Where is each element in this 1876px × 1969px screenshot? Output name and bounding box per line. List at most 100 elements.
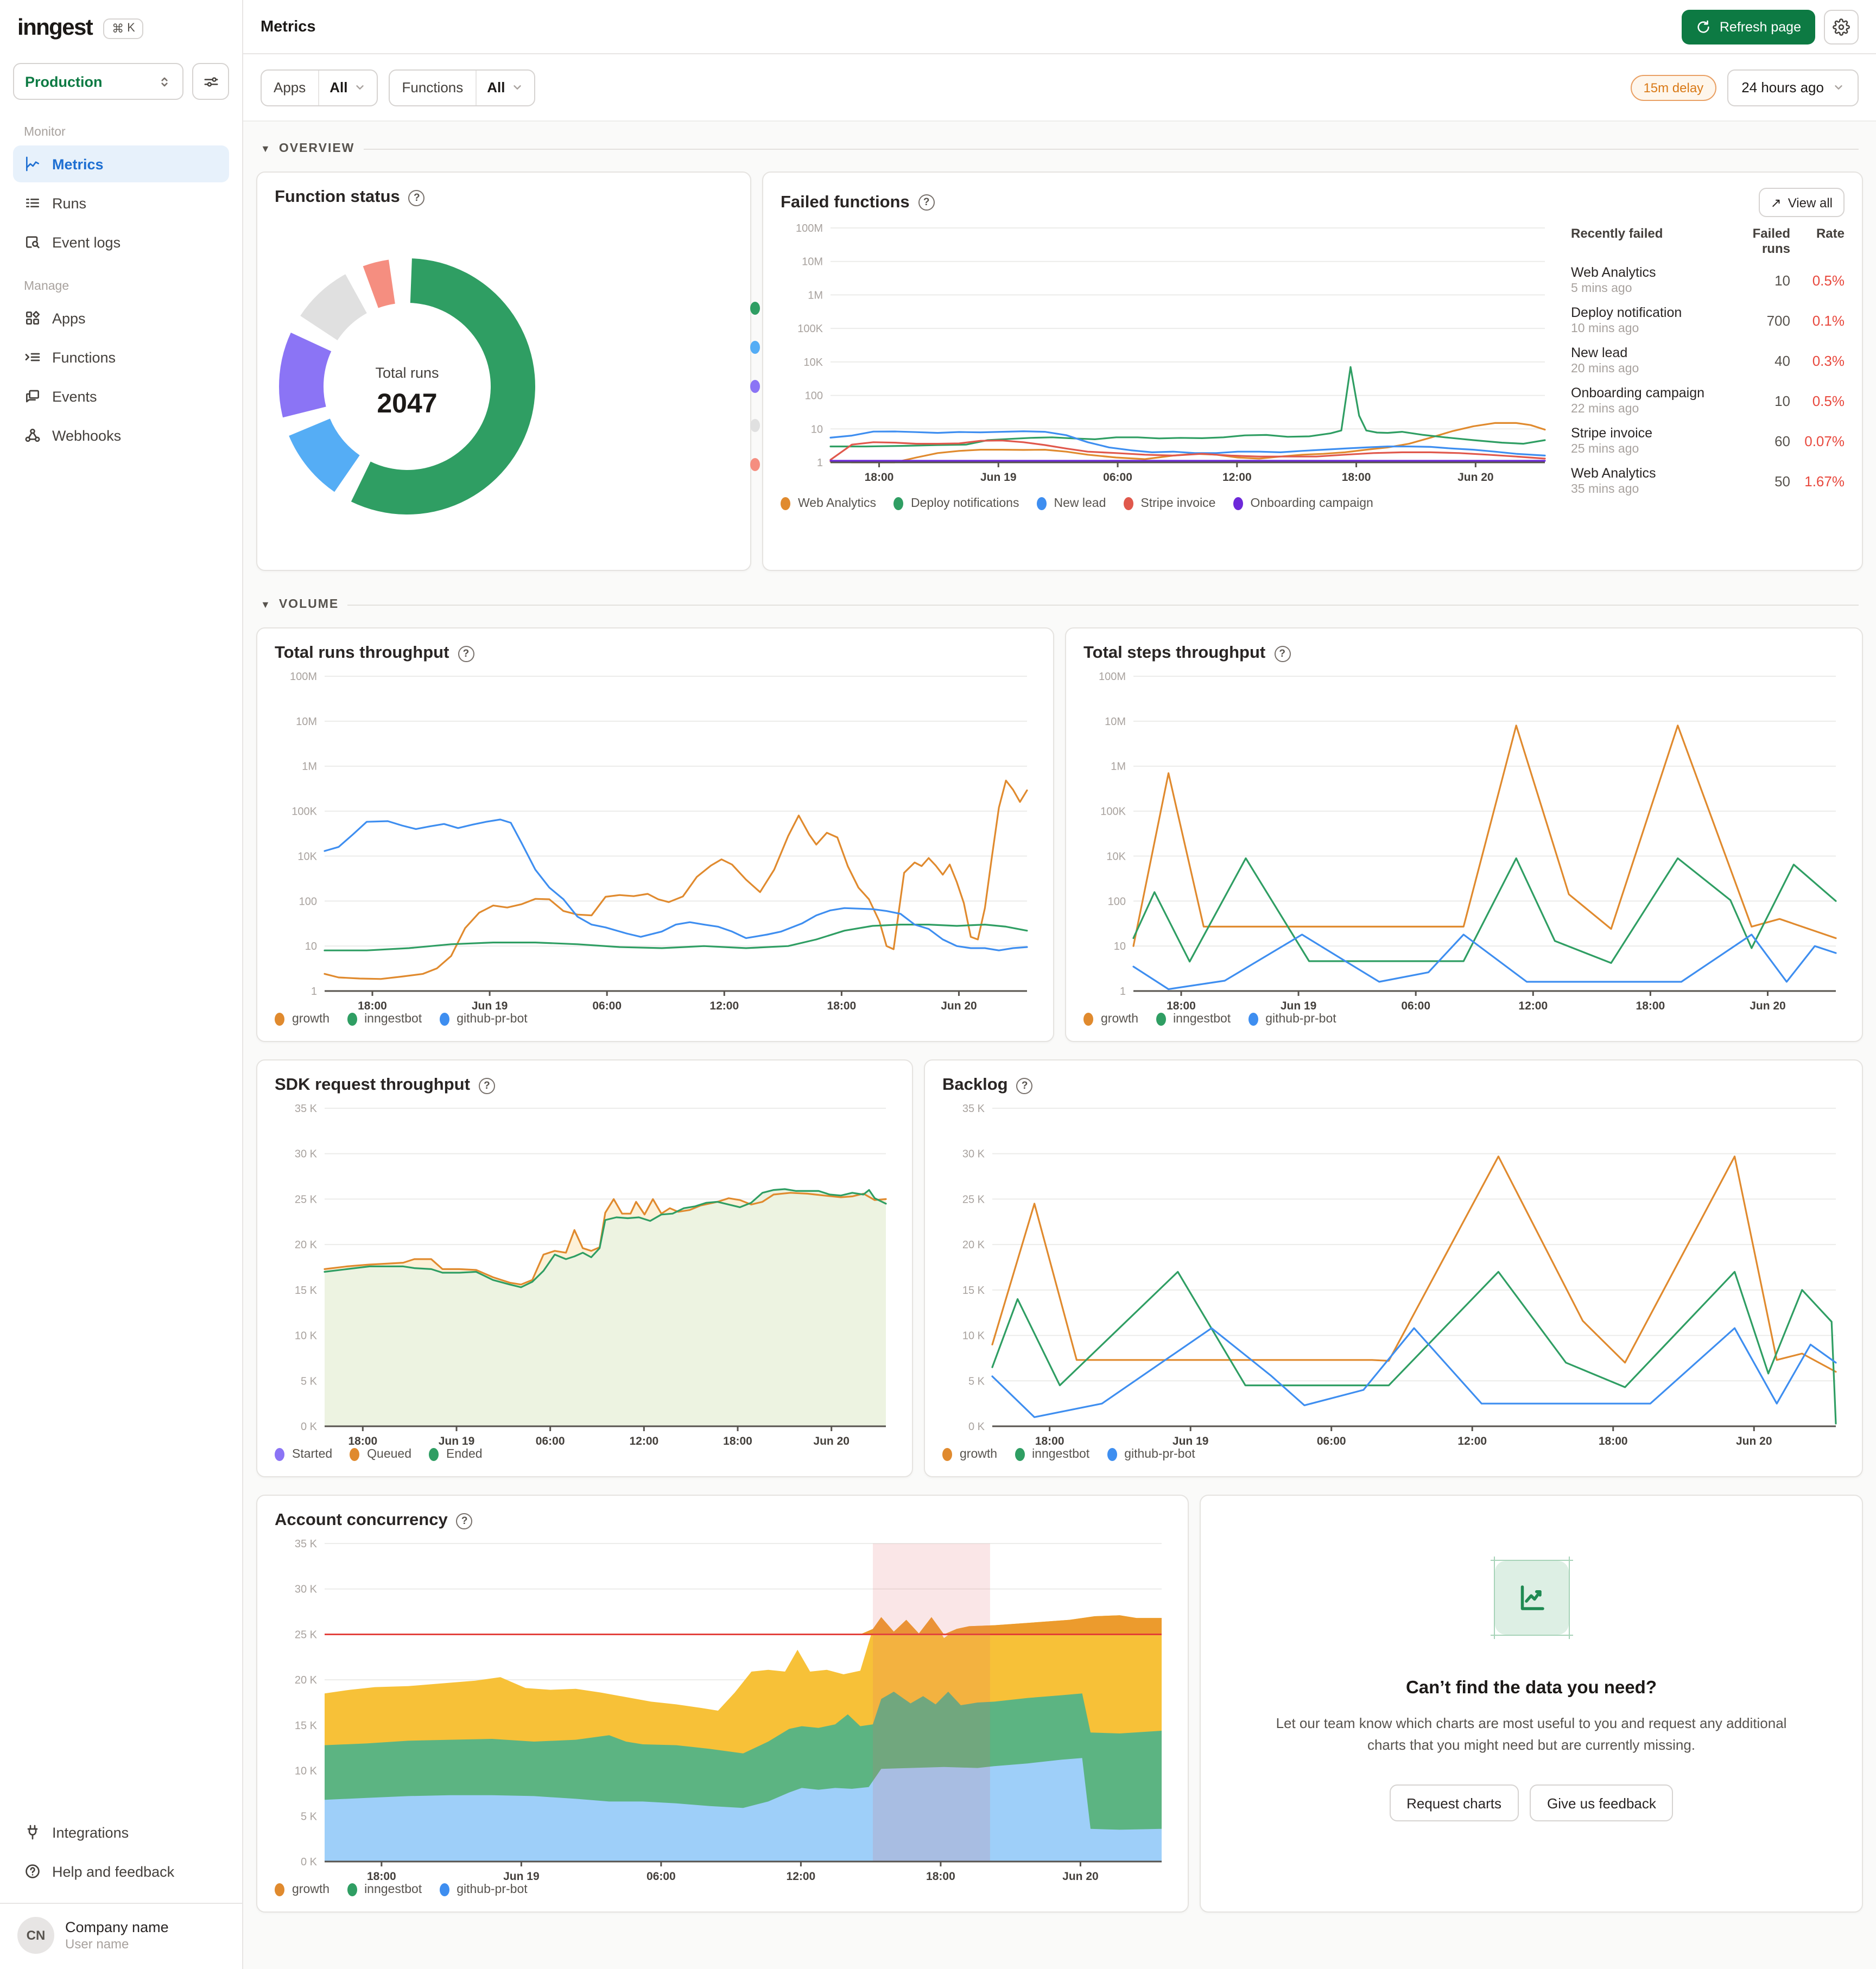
table-row[interactable]: Stripe invoice 25 mins ago 60 0.07% xyxy=(1571,425,1845,456)
environment-filter-button[interactable] xyxy=(192,63,229,100)
sidebar-item-webhooks[interactable]: Webhooks xyxy=(13,417,229,454)
failed-functions-card: Failed functions ? ↗ View all 100M 10M 1M 1… xyxy=(762,172,1863,571)
total-runs-throughput-card: Total runs throughput? 100M 10M 1M 100K 10K 1… xyxy=(256,627,1054,1042)
time-range-selector[interactable]: 24 hours ago xyxy=(1727,69,1859,106)
legend-item: Onboarding campaign xyxy=(1233,497,1373,510)
command-icon: ⌘ xyxy=(112,22,124,35)
svg-text:Jun 20: Jun 20 xyxy=(1750,1000,1786,1012)
svg-text:18:00: 18:00 xyxy=(865,471,894,484)
svg-text:Jun 19: Jun 19 xyxy=(472,1000,508,1012)
settings-button[interactable] xyxy=(1824,9,1859,44)
help-icon[interactable]: ? xyxy=(918,194,935,211)
svg-text:100M: 100M xyxy=(1099,671,1126,683)
account-concurrency-card: Account concurrency? 35 K 30 K 25 K 20 K 15 … xyxy=(256,1495,1189,1913)
refresh-page-button[interactable]: Refresh page xyxy=(1681,9,1815,44)
svg-text:Jun 20: Jun 20 xyxy=(1062,1870,1099,1883)
help-icon[interactable]: ? xyxy=(478,1077,495,1094)
apps-icon xyxy=(26,310,40,325)
legend-dot-icon xyxy=(1123,497,1133,510)
view-all-button[interactable]: ↗ View all xyxy=(1758,188,1845,217)
svg-text:100M: 100M xyxy=(290,671,317,683)
sidebar-item-events[interactable]: Events xyxy=(13,378,229,415)
environment-selector[interactable]: Production xyxy=(13,63,183,100)
sidebar-item-integrations[interactable]: Integrations xyxy=(13,1814,229,1851)
svg-text:10 K: 10 K xyxy=(295,1330,318,1342)
overview-section-header[interactable]: ▼ Overview xyxy=(261,132,1859,165)
legend-item: Deploy notifications xyxy=(893,497,1019,510)
svg-text:Jun 19: Jun 19 xyxy=(980,471,1017,484)
svg-text:18:00: 18:00 xyxy=(1167,1000,1196,1012)
svg-text:30 K: 30 K xyxy=(962,1148,985,1160)
card-title: Function status xyxy=(275,188,400,206)
svg-text:0 K: 0 K xyxy=(968,1421,985,1433)
failed-functions-chart: 100M 10M 1M 100K 10K 100 10 1 18:00 Jun 19 06:00 12… xyxy=(781,219,1554,491)
svg-text:1M: 1M xyxy=(1111,761,1126,773)
svg-text:18:00: 18:00 xyxy=(1599,1435,1628,1447)
inngest-logo: inngest xyxy=(17,15,93,40)
svg-text:06:00: 06:00 xyxy=(592,1000,622,1012)
svg-text:0 K: 0 K xyxy=(301,1421,318,1433)
legend-dot-icon xyxy=(1233,497,1243,510)
avatar: CN xyxy=(17,1917,54,1954)
svg-text:1: 1 xyxy=(1120,986,1126,998)
svg-text:5 K: 5 K xyxy=(968,1375,985,1387)
functions-filter[interactable]: Functions All xyxy=(389,69,536,106)
svg-text:35 K: 35 K xyxy=(295,1538,318,1550)
table-row[interactable]: Web Analytics 5 mins ago 10 0.5% xyxy=(1571,265,1845,295)
table-row[interactable]: Onboarding campaign 22 mins ago 10 0.5% xyxy=(1571,385,1845,416)
table-row[interactable]: Web Analytics 35 mins ago 50 1.67% xyxy=(1571,466,1845,496)
company-name: Company name xyxy=(65,1919,169,1935)
svg-text:18:00: 18:00 xyxy=(1636,1000,1665,1012)
sidebar-item-event-logs[interactable]: Event logs xyxy=(13,224,229,261)
updown-chevron-icon xyxy=(161,77,168,86)
sidebar-item-metrics[interactable]: Metrics xyxy=(13,145,229,182)
svg-text:35 K: 35 K xyxy=(295,1103,318,1115)
svg-text:18:00: 18:00 xyxy=(723,1435,752,1447)
help-icon[interactable]: ? xyxy=(456,1513,473,1529)
help-icon[interactable]: ? xyxy=(1274,645,1291,662)
webhooks-icon xyxy=(25,428,40,442)
account-menu[interactable]: CN Company name User name xyxy=(13,1915,229,1956)
svg-text:Jun 20: Jun 20 xyxy=(1736,1435,1772,1447)
failed-functions-legend: Web Analytics Deploy notifications New lea… xyxy=(781,497,1554,510)
legend-dot-icon xyxy=(781,497,790,510)
runs-icon xyxy=(26,199,39,207)
svg-text:100: 100 xyxy=(299,895,317,907)
svg-text:0 K: 0 K xyxy=(301,1856,318,1868)
svg-text:10 K: 10 K xyxy=(295,1765,318,1777)
chevron-down-icon xyxy=(514,85,522,90)
apps-filter[interactable]: Apps All xyxy=(261,69,378,106)
give-feedback-button[interactable]: Give us feedback xyxy=(1529,1784,1674,1822)
help-icon[interactable]: ? xyxy=(1016,1077,1033,1094)
svg-text:18:00: 18:00 xyxy=(358,1000,387,1012)
chevron-down-icon xyxy=(356,85,364,90)
request-charts-button[interactable]: Request charts xyxy=(1389,1784,1519,1822)
backlog-chart: 35 K 30 K 25 K 20 K 15 K 10 K 5 K 0 K 18:00 Jun 1… xyxy=(942,1100,1845,1447)
svg-text:18:00: 18:00 xyxy=(827,1000,857,1012)
recently-failed-table: Recently failed Failed runs Rate Web Ana… xyxy=(1571,226,1845,496)
help-icon[interactable]: ? xyxy=(458,645,474,662)
legend-item: Web Analytics xyxy=(781,497,876,510)
svg-text:Jun 19: Jun 19 xyxy=(1172,1435,1209,1447)
gear-icon xyxy=(1833,18,1850,35)
sidebar-item-apps[interactable]: Apps xyxy=(13,300,229,336)
table-row[interactable]: New lead 20 mins ago 40 0.3% xyxy=(1571,345,1845,376)
volume-section-header[interactable]: ▼ Volume xyxy=(261,588,1859,621)
sidebar-divider xyxy=(0,1903,242,1904)
svg-text:100K: 100K xyxy=(797,323,823,335)
sidebar-item-help-and-feedback[interactable]: Help and feedback xyxy=(13,1853,229,1890)
svg-text:10: 10 xyxy=(811,423,823,435)
sidebar-item-functions[interactable]: Functions xyxy=(13,339,229,376)
table-row[interactable]: Deploy notification 10 mins ago 700 0.1% xyxy=(1571,305,1845,335)
sidebar-item-runs[interactable]: Runs xyxy=(13,185,229,221)
backlog-card: Backlog? 35 K 30 K 25 K 20 K 15 K 10 K5 K0 K1… xyxy=(924,1059,1863,1477)
help-icon[interactable]: ? xyxy=(408,189,425,206)
svg-text:12:00: 12:00 xyxy=(787,1870,816,1883)
function-status-donut: Total runs 2047 xyxy=(277,256,731,517)
svg-text:20 K: 20 K xyxy=(295,1674,318,1686)
svg-text:100: 100 xyxy=(805,390,823,402)
total-steps-chart: 100M 10M 1M 100K 10K 100 10 1 18:00 Jun 19 06:00 12… xyxy=(1083,668,1845,1012)
arrow-up-right-icon: ↗ xyxy=(1770,195,1782,210)
svg-text:10 K: 10 K xyxy=(962,1330,985,1342)
sdk-request-chart: 35 K 30 K 25 K 20 K 15 K 10 K 5 K 0 K 18:00 Jun 1… xyxy=(275,1100,895,1447)
